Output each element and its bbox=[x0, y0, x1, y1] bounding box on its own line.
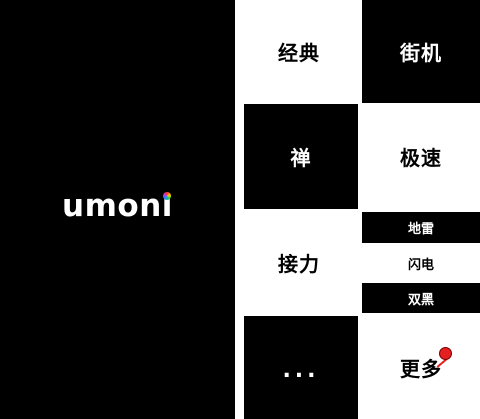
logo-i: ı bbox=[162, 188, 173, 224]
mode-double-black-tile[interactable]: 双黑 bbox=[362, 283, 480, 313]
mode-bomb-label: 地雷 bbox=[407, 222, 434, 237]
logo-text: umon bbox=[62, 188, 162, 224]
mode-bomb-tile[interactable]: 地雷 bbox=[362, 212, 480, 243]
mode-rush-label: 极速 bbox=[400, 146, 442, 170]
mode-arcade-tile[interactable]: 街机 bbox=[362, 0, 480, 103]
mode-zen-label: 禅 bbox=[290, 146, 312, 170]
mode-rush-tile[interactable]: 极速 bbox=[362, 104, 480, 209]
splash-panel: umonı bbox=[0, 0, 235, 419]
mode-lightning-tile[interactable]: 闪电 bbox=[362, 247, 480, 280]
more-modes-tile[interactable]: 更多 bbox=[362, 316, 480, 419]
mode-double-black-label: 双黑 bbox=[407, 292, 434, 308]
more-label-wrap: 更多 bbox=[400, 347, 452, 382]
mode-classic-tile[interactable]: 经典 bbox=[239, 0, 359, 103]
umoni-logo: umonı bbox=[0, 188, 235, 224]
mode-zen-tile[interactable]: 禅 bbox=[244, 104, 358, 209]
mode-classic-label: 经典 bbox=[278, 41, 320, 65]
mode-lightning-label: 闪电 bbox=[407, 258, 434, 273]
mode-arcade-label: 街机 bbox=[400, 41, 442, 65]
notification-dot-icon bbox=[439, 347, 452, 360]
mode-relay-tile[interactable]: 接力 bbox=[239, 212, 359, 312]
mode-relay-label: 接力 bbox=[278, 251, 320, 276]
ellipsis-label: ... bbox=[282, 358, 320, 383]
more-label: 更多 bbox=[400, 357, 442, 381]
extra-options-tile[interactable]: ... bbox=[244, 316, 358, 419]
